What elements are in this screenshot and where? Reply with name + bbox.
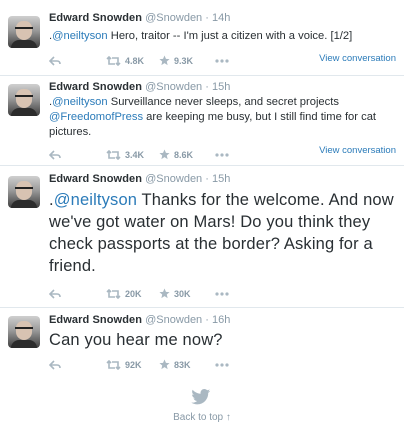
- avatar[interactable]: [8, 316, 40, 348]
- author-handle[interactable]: @Snowden: [145, 173, 202, 185]
- retweet-count: 92K: [125, 359, 142, 370]
- tweet-text: .@neiltyson Surveillance never sleeps, a…: [49, 95, 399, 140]
- star-icon: [159, 149, 170, 160]
- reply-icon: [48, 56, 61, 66]
- star-icon: [159, 359, 170, 370]
- reply-button[interactable]: [48, 288, 61, 299]
- favorite-button[interactable]: 8.6K: [159, 149, 193, 160]
- separator-dot: ·: [205, 314, 209, 326]
- tweet-body: Surveillance never sleeps, and secret pr…: [107, 96, 339, 108]
- mention-link[interactable]: @neiltyson: [54, 191, 137, 209]
- author-name[interactable]: Edward Snowden: [49, 12, 142, 24]
- reply-button[interactable]: [48, 55, 61, 66]
- favorite-count: 30K: [174, 288, 191, 299]
- tweet[interactable]: Edward Snowden @Snowden · 15h .@neiltyso…: [0, 166, 404, 308]
- separator-dot: ·: [205, 12, 209, 24]
- retweet-icon: [106, 55, 121, 66]
- reply-icon: [48, 360, 61, 370]
- author-name[interactable]: Edward Snowden: [49, 173, 142, 185]
- more-icon: [215, 363, 229, 367]
- more-button[interactable]: [215, 149, 229, 159]
- retweet-icon: [106, 288, 121, 299]
- avatar[interactable]: [8, 176, 40, 208]
- favorite-button[interactable]: 83K: [159, 359, 191, 370]
- retweet-icon: [106, 359, 121, 370]
- retweet-count: 20K: [125, 288, 142, 299]
- mention-link[interactable]: @neiltyson: [52, 30, 108, 42]
- more-icon: [215, 59, 229, 63]
- star-icon: [159, 55, 170, 66]
- separator-dot: ·: [205, 81, 209, 93]
- tweet-timestamp[interactable]: 16h: [212, 314, 230, 326]
- tweet-body: Hero, traitor -- I'm just a citizen with…: [107, 30, 353, 42]
- avatar[interactable]: [8, 16, 40, 48]
- tweet[interactable]: Edward Snowden @Snowden · 16h Can you he…: [0, 308, 404, 382]
- retweet-button[interactable]: 3.4K: [106, 149, 144, 160]
- back-to-top-link[interactable]: Back to top ↑: [0, 412, 404, 423]
- star-icon: [159, 288, 170, 299]
- author-name[interactable]: Edward Snowden: [49, 314, 142, 326]
- reply-icon: [48, 150, 61, 160]
- tweet[interactable]: Edward Snowden @Snowden · 14h .@neiltyso…: [0, 10, 404, 76]
- author-handle[interactable]: @Snowden: [145, 81, 202, 93]
- reply-icon: [48, 289, 61, 299]
- more-icon: [215, 153, 229, 157]
- tweet-actions: 20K 30K: [48, 288, 389, 302]
- avatar[interactable]: [8, 84, 40, 116]
- tweet-timestamp[interactable]: 14h: [212, 12, 230, 24]
- favorite-count: 83K: [174, 359, 191, 370]
- separator-dot: ·: [205, 173, 209, 185]
- more-button[interactable]: [215, 55, 229, 65]
- reply-button[interactable]: [48, 359, 61, 370]
- more-button[interactable]: [215, 359, 229, 369]
- tweet-timestamp[interactable]: 15h: [212, 81, 230, 93]
- tweet-text: Can you hear me now?: [49, 331, 223, 349]
- favorite-button[interactable]: 9.3K: [159, 55, 193, 66]
- favorite-count: 9.3K: [174, 55, 194, 66]
- author-name[interactable]: Edward Snowden: [49, 81, 142, 93]
- author-handle[interactable]: @Snowden: [145, 12, 202, 24]
- author-handle[interactable]: @Snowden: [145, 314, 202, 326]
- retweet-button[interactable]: 92K: [106, 359, 142, 370]
- mention-link[interactable]: @neiltyson: [52, 96, 108, 108]
- more-button[interactable]: [215, 288, 229, 298]
- more-icon: [215, 292, 229, 296]
- mention-link[interactable]: @FreedomofPress: [49, 111, 143, 123]
- reply-button[interactable]: [48, 149, 61, 160]
- tweet-header: Edward Snowden @Snowden · 14h: [49, 12, 230, 24]
- view-conversation-link[interactable]: View conversation: [319, 53, 396, 64]
- tweet-header: Edward Snowden @Snowden · 15h: [49, 81, 230, 93]
- view-conversation-link[interactable]: View conversation: [319, 145, 396, 156]
- twitter-bird-icon: [191, 389, 211, 410]
- tweet-text: .@neiltyson Thanks for the welcome. And …: [49, 189, 399, 277]
- retweet-count: 3.4K: [125, 149, 145, 160]
- tweet-actions: 92K 83K: [48, 359, 389, 373]
- tweet[interactable]: Edward Snowden @Snowden · 15h .@neiltyso…: [0, 76, 404, 166]
- retweet-icon: [106, 149, 121, 160]
- favorite-button[interactable]: 30K: [159, 288, 191, 299]
- tweet-header: Edward Snowden @Snowden · 15h: [49, 173, 230, 185]
- retweet-count: 4.8K: [125, 55, 145, 66]
- retweet-button[interactable]: 4.8K: [106, 55, 144, 66]
- tweet-text: .@neiltyson Hero, traitor -- I'm just a …: [49, 29, 399, 44]
- tweet-timestamp[interactable]: 15h: [212, 173, 230, 185]
- retweet-button[interactable]: 20K: [106, 288, 142, 299]
- favorite-count: 8.6K: [174, 149, 194, 160]
- tweet-header: Edward Snowden @Snowden · 16h: [49, 314, 230, 326]
